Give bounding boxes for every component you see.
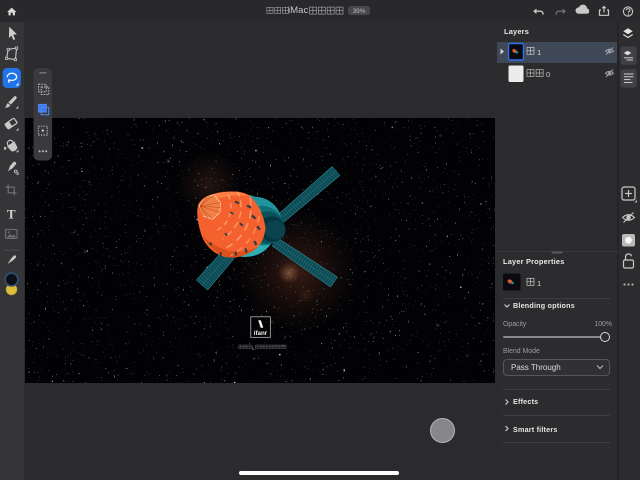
svg-text:ifanr: ifanr [253, 329, 267, 336]
